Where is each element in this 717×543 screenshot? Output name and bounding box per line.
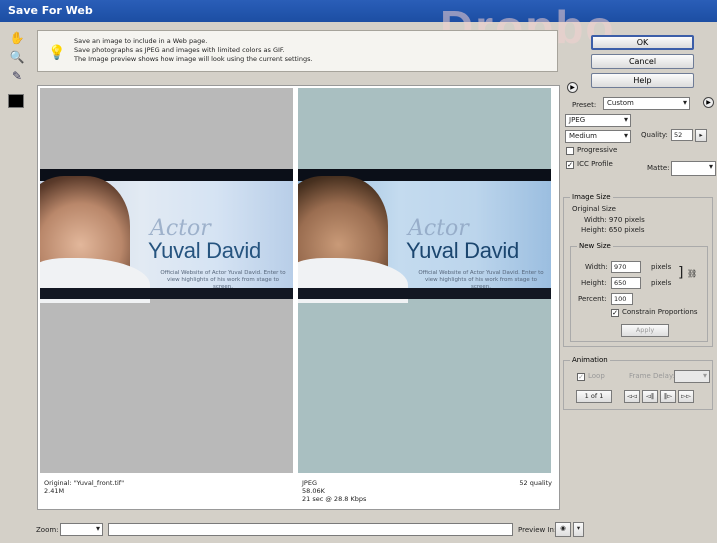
animation-title: Animation [570, 356, 610, 364]
preview-area: Actor Yuval David Official Website of Ac… [37, 85, 560, 510]
width-label: Width: [585, 263, 608, 271]
browser-menu-arrow-icon[interactable]: ▾ [573, 522, 584, 537]
info-line: Save photographs as JPEG and images with… [74, 46, 285, 54]
format-select[interactable]: JPEG [565, 114, 631, 127]
frame-delay-select[interactable] [674, 370, 710, 383]
quality-field[interactable]: 52 [671, 129, 693, 141]
constrain-proportions-label: Constrain Proportions [622, 308, 698, 316]
prev-frame-button[interactable]: ◅‖ [642, 390, 658, 403]
new-size-group: New Size Width: 970 pixels Height: 650 p… [570, 242, 708, 342]
lightbulb-icon: 💡 [48, 45, 66, 61]
next-frame-button[interactable]: ‖▻ [660, 390, 676, 403]
icc-profile-checkbox[interactable]: ✓ [566, 161, 574, 169]
animation-group: Animation ✓ Loop Frame Delay: 1 of 1 ◅◅ … [563, 356, 713, 410]
banner-tagline: Official Website of Actor Yuval David. E… [160, 270, 286, 290]
matte-label: Matte: [647, 164, 670, 172]
bottom-bar: Zoom: Preview In: ◉ ▾ [0, 518, 717, 543]
progressive-label: Progressive [577, 146, 618, 154]
link-bracket-icon: ] [678, 265, 684, 281]
frame-counter: 1 of 1 [576, 390, 612, 403]
compression-select[interactable]: Medium [565, 130, 631, 143]
quality-label: Quality: [641, 131, 668, 139]
hand-tool-icon[interactable]: ✋ [8, 30, 26, 46]
expand-arrow-icon[interactable]: ▶ [567, 82, 578, 93]
ok-button[interactable]: OK [591, 35, 694, 50]
height-label: Height: [581, 279, 607, 287]
info-line: The Image preview shows how image will l… [74, 55, 313, 63]
optimize-menu-arrow-icon[interactable]: ▶ [703, 97, 714, 108]
window-title: Save For Web [8, 4, 93, 17]
chain-link-icon: ⛓ [687, 269, 698, 278]
info-text: Save an image to include in a Web page. … [74, 37, 313, 64]
height-field[interactable]: 650 [611, 277, 641, 289]
banner-tagline: Official Website of Actor Yuval David. E… [418, 270, 544, 290]
original-height: Height: 650 pixels [581, 226, 645, 234]
cancel-button[interactable]: Cancel [591, 54, 694, 69]
zoom-select[interactable] [60, 523, 103, 536]
percent-field[interactable]: 100 [611, 293, 633, 305]
image-size-group: Image Size Original Size Width: 970 pixe… [563, 193, 713, 347]
height-unit: pixels [651, 279, 672, 287]
optimized-quality: 52 quality [519, 479, 552, 487]
preview-in-label: Preview In: [518, 526, 557, 534]
original-width: Width: 970 pixels [584, 216, 645, 224]
loop-checkbox[interactable]: ✓ [577, 373, 585, 381]
loop-label: Loop [588, 372, 605, 380]
eyedropper-tool-icon[interactable]: ✎ [8, 68, 26, 84]
new-size-title: New Size [577, 242, 613, 250]
optimized-caption: JPEG 58.06K 21 sec @ 28.8 Kbps 52 qualit… [302, 479, 552, 503]
preset-label: Preset: [572, 101, 597, 109]
frame-delay-label: Frame Delay: [629, 372, 675, 380]
width-unit: pixels [651, 263, 672, 271]
percent-label: Percent: [578, 295, 607, 303]
last-frame-button[interactable]: ▻▻ [678, 390, 694, 403]
width-field[interactable]: 970 [611, 261, 641, 273]
zoom-label: Zoom: [36, 526, 59, 534]
constrain-proportions-checkbox[interactable]: ✓ [611, 309, 619, 317]
eyedropper-color-swatch[interactable] [8, 94, 24, 108]
banner-name: Yuval David [406, 238, 519, 263]
zoom-tool-icon[interactable]: 🔍 [8, 49, 26, 65]
quality-slider-button[interactable]: ▸ [695, 129, 707, 142]
original-filesize: 2.41M [44, 487, 65, 495]
original-size-title: Original Size [572, 205, 616, 213]
help-button[interactable]: Help [591, 73, 694, 88]
banner-name: Yuval David [148, 238, 261, 263]
apply-button[interactable]: Apply [621, 324, 669, 337]
info-panel: 💡 Save an image to include in a Web page… [37, 30, 558, 72]
optimized-preview-pane[interactable]: Actor Yuval David Official Website of Ac… [298, 88, 551, 473]
icc-profile-label: ICC Profile [577, 160, 613, 168]
optimized-filesize: 58.06K [302, 487, 325, 495]
original-preview-pane[interactable]: Actor Yuval David Official Website of Ac… [40, 88, 293, 473]
status-field [108, 523, 513, 536]
original-caption: Original: "Yuval_front.tif" 2.41M [44, 479, 124, 495]
image-size-title: Image Size [570, 193, 613, 201]
original-filename: Original: "Yuval_front.tif" [44, 479, 125, 487]
first-frame-button[interactable]: ◅◅ [624, 390, 640, 403]
optimized-download-time: 21 sec @ 28.8 Kbps [302, 495, 367, 503]
tool-palette: ✋ 🔍 ✎ [8, 30, 30, 108]
progressive-checkbox[interactable] [566, 147, 574, 155]
optimized-format: JPEG [302, 479, 317, 487]
browser-preview-icon[interactable]: ◉ [555, 522, 571, 537]
preset-select[interactable]: Custom [603, 97, 690, 110]
info-line: Save an image to include in a Web page. [74, 37, 208, 45]
matte-select[interactable] [671, 161, 716, 176]
